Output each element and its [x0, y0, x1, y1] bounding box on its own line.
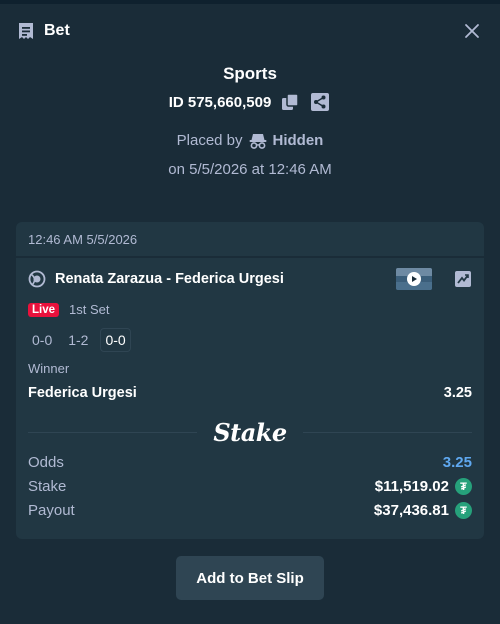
stake-label: Stake [28, 478, 67, 495]
bet-id: ID 575,660,509 [169, 94, 272, 111]
divider-line-left [28, 431, 198, 433]
stake-value-wrap: $11,519.02 ₮ [375, 478, 472, 495]
incognito-icon [249, 133, 267, 149]
stake-row: Stake $11,519.02 ₮ [28, 478, 472, 495]
close-button[interactable] [460, 19, 484, 43]
payout-label: Payout [28, 502, 75, 519]
tennis-ball-icon [28, 270, 46, 288]
divider-line-right [302, 431, 472, 433]
match-status: Live 1st Set [28, 302, 109, 317]
stats-chart-icon[interactable] [454, 270, 472, 288]
match-name[interactable]: Renata Zarazua - Federica Urgesi [55, 271, 284, 287]
score-row: 0-0 1-2 0-0 [28, 328, 131, 352]
bet-details-card: 12:46 AM 5/5/2026 Renata Zarazua - Feder… [16, 222, 484, 539]
share-button[interactable] [309, 91, 331, 113]
bet-category: Sports [223, 64, 277, 83]
copy-id-button[interactable] [279, 91, 301, 113]
set-label: 1st Set [69, 302, 110, 317]
live-badge: Live [28, 302, 60, 317]
modal-header: Bet [16, 18, 484, 44]
odds-label: Odds [28, 454, 64, 471]
close-icon [465, 24, 479, 38]
outcome-name: Federica Urgesi [28, 385, 137, 401]
receipt-icon [16, 21, 36, 41]
score-set-1: 0-0 [32, 332, 53, 348]
payout-row: Payout $37,436.81 ₮ [28, 502, 472, 519]
bet-modal: Bet Sports ID 575,660,509 Placed by Hidd… [0, 0, 500, 624]
share-icon [311, 93, 330, 111]
payout-value: $37,436.81 [373, 502, 449, 519]
top-strip [0, 0, 500, 4]
modal-title: Bet [44, 22, 70, 39]
bet-id-prefix: ID [168, 93, 184, 111]
brand-divider: Stake [28, 417, 472, 447]
bet-id-value: 575,660,509 [187, 93, 272, 111]
payout-value-wrap: $37,436.81 ₮ [374, 502, 472, 519]
placed-by-label: Placed by [176, 132, 243, 149]
odds-row: Odds 3.25 [28, 454, 472, 471]
card-timestamp: 12:46 AM 5/5/2026 [16, 222, 484, 258]
stake-logo: Stake [213, 417, 287, 447]
copy-icon [282, 93, 300, 110]
add-to-bet-slip-button[interactable]: Add to Bet Slip [176, 556, 324, 600]
match-row: Renata Zarazua - Federica Urgesi [28, 268, 472, 290]
tether-icon: ₮ [455, 478, 472, 495]
odds-value: 3.25 [442, 454, 472, 471]
placed-by-row: Placed by Hidden [0, 132, 500, 149]
score-set-2: 1-2 [68, 332, 89, 348]
score-current-game: 0-0 [100, 328, 131, 352]
tether-icon: ₮ [455, 502, 472, 519]
stake-value: $11,519.02 [374, 478, 449, 495]
bet-date: on 5/5/2026 at 12:46 AM [168, 161, 332, 178]
live-stream-thumbnail[interactable] [396, 268, 432, 290]
outcome-row: Federica Urgesi 3.25 [28, 385, 472, 401]
placed-by-name: Hidden [272, 132, 324, 149]
bet-id-row: ID 575,660,509 [0, 91, 500, 113]
market-label: Winner [28, 361, 70, 376]
outcome-odds: 3.25 [443, 385, 472, 401]
